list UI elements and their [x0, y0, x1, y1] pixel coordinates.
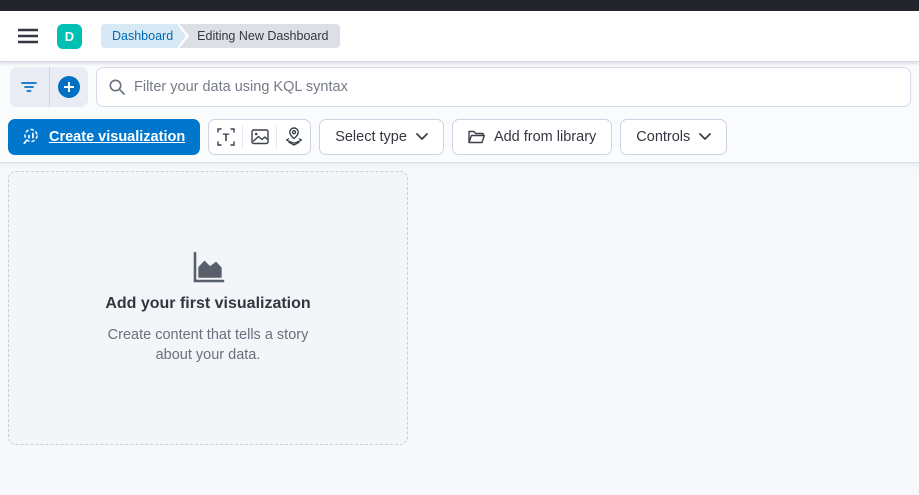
breadcrumb-dashboard[interactable]: Dashboard: [101, 24, 186, 48]
filter-icon: [21, 81, 38, 93]
svg-text:T: T: [222, 132, 229, 144]
empty-state-description: Create content that tells a story about …: [107, 327, 309, 363]
dashboard-viewport: Add your first visualization Create cont…: [0, 163, 919, 495]
hamburger-icon: [18, 28, 38, 44]
lens-icon: [23, 128, 40, 145]
kql-search-box[interactable]: [96, 66, 911, 107]
element-icon-group: T: [208, 118, 312, 155]
add-from-library-label: Add from library: [493, 128, 597, 145]
add-from-library-button[interactable]: Add from library: [451, 118, 613, 155]
create-visualization-label: Create visualization: [49, 128, 186, 145]
kibana-app: D Dashboard Editing New Dashboard Filter…: [0, 0, 919, 495]
query-bar-row: [0, 62, 919, 111]
empty-dashboard-panel[interactable]: Add your first visualization Create cont…: [8, 171, 408, 445]
menu-button[interactable]: [16, 24, 40, 48]
deployment-logo-letter: D: [64, 28, 75, 44]
deployment-logo[interactable]: D: [57, 23, 82, 49]
app-header: D Dashboard Editing New Dashboard: [0, 11, 919, 62]
add-image-button[interactable]: [243, 120, 276, 154]
create-visualization-button[interactable]: Create visualization: [8, 118, 201, 155]
add-text-button[interactable]: T: [209, 120, 242, 154]
browser-top-strip: [0, 0, 919, 11]
kql-search-input[interactable]: [134, 78, 898, 95]
search-icon: [109, 79, 125, 95]
controls-label: Controls: [636, 128, 691, 145]
chevron-down-icon: [699, 133, 712, 140]
dashboard-toolbar: Create visualization T Select type Add f…: [0, 111, 919, 163]
breadcrumb: Dashboard Editing New Dashboard: [101, 24, 341, 48]
plus-circle-icon: [57, 75, 80, 98]
select-type-label: Select type: [335, 128, 407, 145]
map-pin-icon: [285, 127, 303, 146]
controls-button[interactable]: Controls: [620, 118, 728, 155]
add-filter-button[interactable]: [50, 67, 89, 107]
empty-state-title: Add your first visualization: [105, 295, 311, 312]
toggle-filters-button[interactable]: [10, 67, 49, 107]
breadcrumb-editing-new-dashboard: Editing New Dashboard: [179, 24, 341, 48]
filter-button-group: [10, 66, 89, 107]
add-map-button[interactable]: [277, 120, 310, 154]
image-icon: [250, 128, 269, 145]
text-element-icon: T: [216, 127, 235, 146]
folder-icon: [468, 130, 485, 144]
select-type-button[interactable]: Select type: [319, 118, 444, 155]
area-chart-icon: [191, 251, 225, 285]
chevron-down-icon: [416, 133, 428, 140]
